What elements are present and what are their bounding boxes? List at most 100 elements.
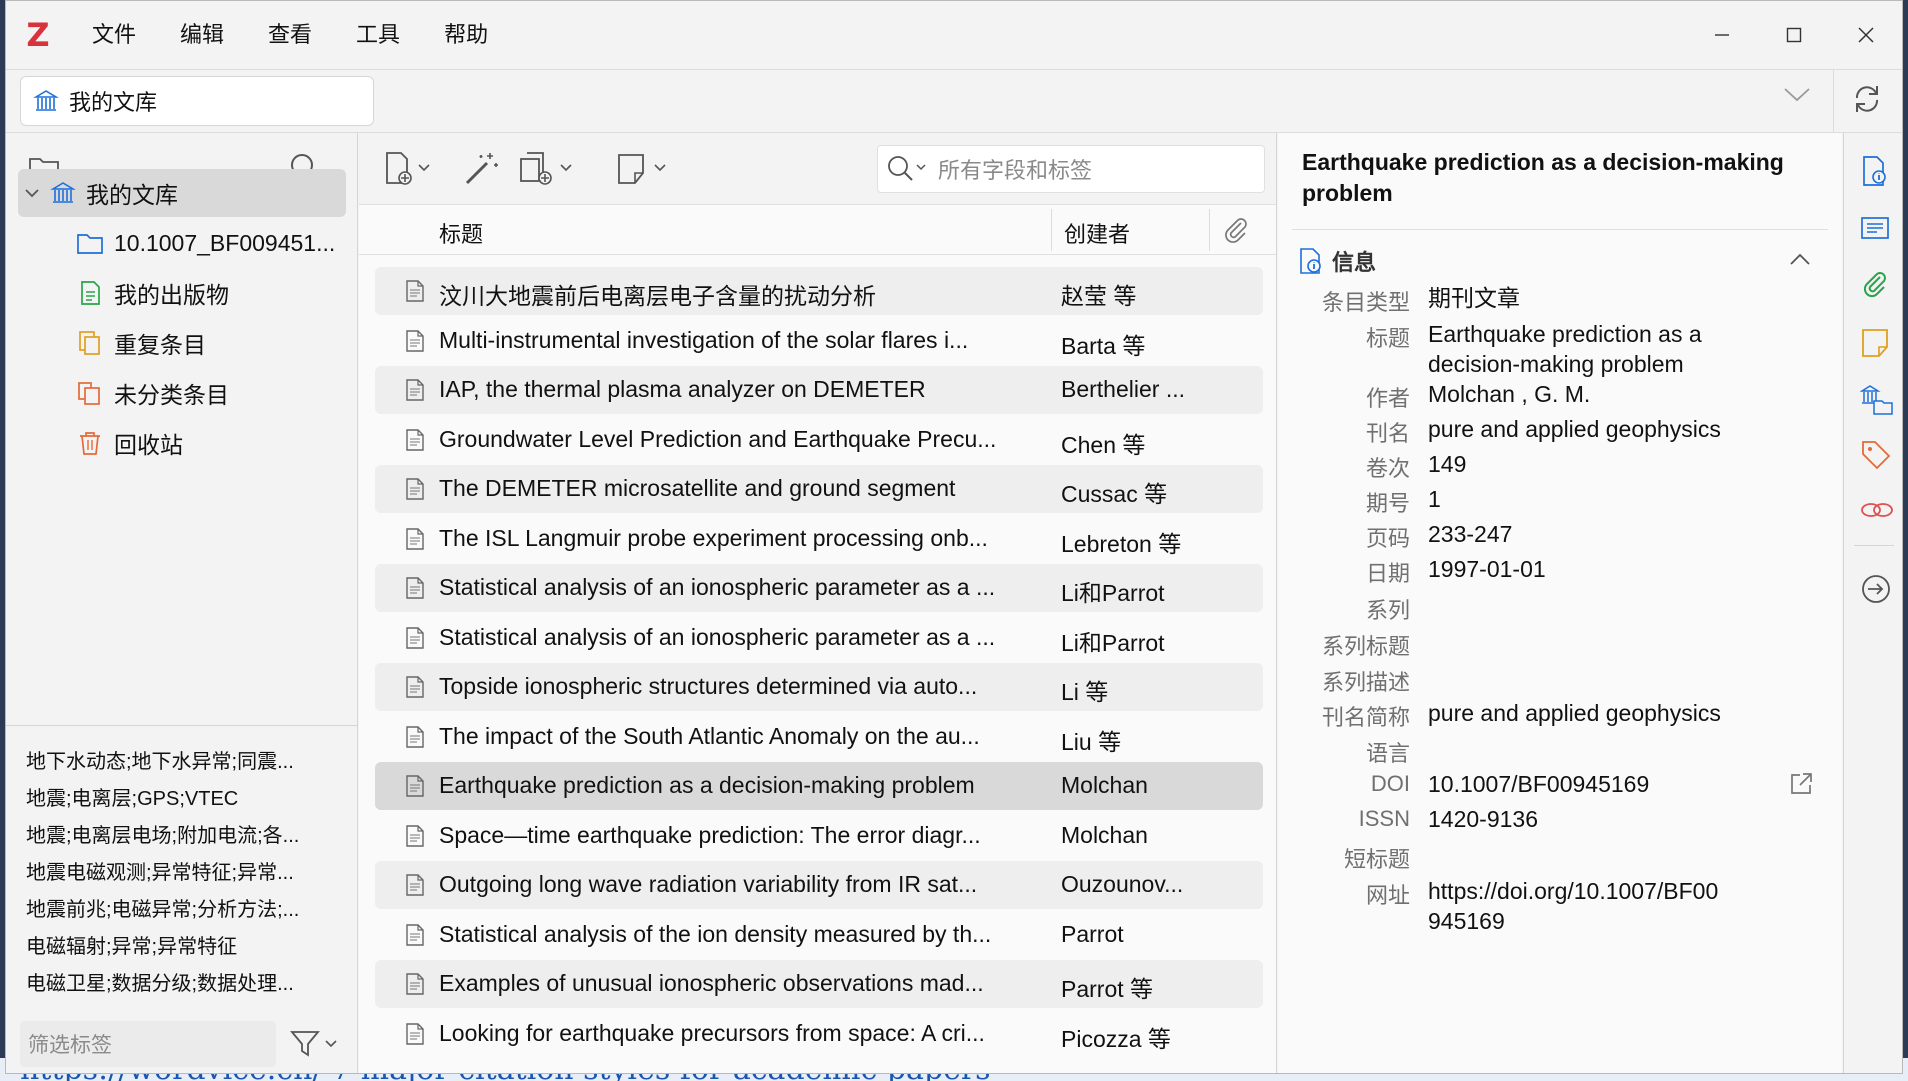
table-row[interactable]: The impact of the South Atlantic Anomaly… bbox=[375, 713, 1263, 761]
tag-item[interactable]: 地震;电离层电场;附加电流;各... bbox=[26, 819, 299, 848]
search-input[interactable]: 所有字段和标签 bbox=[877, 145, 1265, 193]
collection-trash[interactable]: 回收站 bbox=[76, 419, 183, 467]
paperclip-icon bbox=[1225, 218, 1247, 243]
document-icon bbox=[405, 774, 425, 804]
minimize-icon bbox=[1715, 34, 1729, 36]
tag-icon bbox=[1862, 441, 1891, 470]
divider bbox=[1051, 209, 1052, 251]
column-attachments[interactable] bbox=[1221, 215, 1251, 251]
add-attachment-button[interactable] bbox=[519, 151, 585, 192]
abstract-icon bbox=[1861, 217, 1889, 239]
collection-doi-folder[interactable]: 10.1007_BF009451... bbox=[76, 219, 335, 267]
tag-filter-input[interactable]: 筛选标签 bbox=[20, 1021, 276, 1067]
field-value[interactable]: Earthquake prediction as a decision-maki… bbox=[1428, 319, 1768, 379]
table-row[interactable]: Statistical analysis of the ion density … bbox=[375, 911, 1263, 959]
sidenav-libraries-collections-button[interactable] bbox=[1859, 383, 1894, 422]
minimize-button[interactable] bbox=[1686, 1, 1758, 69]
tag-actions-button[interactable] bbox=[290, 1029, 340, 1064]
field-value[interactable]: pure and applied geophysics bbox=[1428, 414, 1768, 444]
table-row[interactable]: Statistical analysis of an ionospheric p… bbox=[375, 614, 1263, 662]
document-icon bbox=[405, 378, 425, 408]
field-value[interactable]: 1997-01-01 bbox=[1428, 554, 1768, 584]
maximize-icon bbox=[1786, 27, 1802, 43]
table-row[interactable]: Space—time earthquake prediction: The er… bbox=[375, 812, 1263, 860]
new-note-button[interactable] bbox=[615, 151, 671, 192]
field-label: 条目类型 bbox=[1321, 290, 1410, 315]
table-row[interactable]: Groundwater Level Prediction and Earthqu… bbox=[375, 416, 1263, 464]
item-title: Earthquake prediction as a decision-maki… bbox=[1302, 149, 1784, 206]
sidenav-notes-button[interactable] bbox=[1860, 327, 1890, 364]
field-value[interactable]: 1 bbox=[1428, 484, 1768, 514]
tag-item[interactable]: 地震前兆;电磁异常;分析方法;... bbox=[26, 893, 299, 922]
row-creator: Cussac 等 bbox=[1061, 481, 1168, 507]
field-value[interactable]: Molchan , G. M. bbox=[1428, 379, 1768, 409]
row-creator: Berthelier ... bbox=[1061, 376, 1185, 402]
document-icon bbox=[405, 923, 425, 953]
field-value[interactable]: pure and applied geophysics bbox=[1428, 698, 1768, 728]
tab-my-library[interactable]: 我的文库 bbox=[20, 76, 374, 126]
menu-tools[interactable]: 工具 bbox=[334, 1, 422, 69]
column-title[interactable]: 标题 bbox=[439, 217, 483, 249]
field-label: 期号 bbox=[1365, 491, 1410, 516]
collection-my-publications[interactable]: 我的出版物 bbox=[76, 269, 229, 317]
field-value[interactable]: 1420-9136 bbox=[1428, 804, 1768, 834]
sidenav-attachments-button[interactable] bbox=[1860, 269, 1890, 304]
collection-unfiled[interactable]: 未分类条目 bbox=[76, 369, 229, 417]
tag-item[interactable]: 电磁卫星;数据分级;数据处理... bbox=[26, 967, 294, 996]
menu-help[interactable]: 帮助 bbox=[422, 1, 510, 69]
table-row-partial[interactable] bbox=[375, 255, 1263, 259]
field-value[interactable]: 233-247 bbox=[1428, 519, 1768, 549]
menu-edit[interactable]: 编辑 bbox=[158, 1, 246, 69]
table-row[interactable]: Looking for earthquake precursors from s… bbox=[375, 1010, 1263, 1058]
tag-item[interactable]: 电磁辐射;异常;异常特征 bbox=[26, 930, 237, 959]
sync-icon bbox=[1855, 86, 1879, 112]
document-icon bbox=[405, 626, 425, 656]
close-button[interactable] bbox=[1830, 1, 1902, 69]
field-value[interactable]: 149 bbox=[1428, 449, 1768, 479]
close-icon bbox=[1858, 27, 1874, 43]
table-row[interactable]: Outgoing long wave radiation variability… bbox=[375, 861, 1263, 909]
open-external-link-button[interactable] bbox=[1788, 771, 1814, 802]
table-row[interactable]: Multi-instrumental investigation of the … bbox=[375, 317, 1263, 365]
table-row[interactable]: Topside ionospheric structures determine… bbox=[375, 663, 1263, 711]
sidenav-locate-button[interactable] bbox=[1860, 573, 1892, 610]
tag-item[interactable]: 地震电磁观测;异常特征;异常... bbox=[26, 856, 294, 885]
collection-my-library[interactable]: 我的文库 bbox=[18, 169, 346, 217]
row-creator: Li 等 bbox=[1061, 679, 1109, 705]
sync-button[interactable] bbox=[1850, 82, 1884, 121]
related-icon bbox=[1861, 503, 1893, 517]
collection-duplicates[interactable]: 重复条目 bbox=[76, 319, 206, 367]
search-placeholder: 所有字段和标签 bbox=[938, 158, 1093, 183]
document-icon bbox=[405, 255, 425, 259]
item-pane: Earthquake prediction as a decision-maki… bbox=[1278, 133, 1842, 1073]
maximize-button[interactable] bbox=[1758, 1, 1830, 69]
table-row[interactable]: 汶川大地震前后电离层电子含量的扰动分析 赵莹 等 bbox=[375, 267, 1263, 315]
field-value[interactable]: 期刊文章 bbox=[1428, 283, 1768, 313]
tag-item[interactable]: 地震;电离层;GPS;VTEC bbox=[26, 782, 238, 811]
items-pane: 所有字段和标签 标题 创建者 汶川大地震前后电离层电子含量的扰动分析 赵莹 等 Mu… bbox=[359, 133, 1277, 1073]
field-value[interactable]: https://doi.org/10.1007/BF00945169 bbox=[1428, 876, 1728, 936]
table-row[interactable]: Earthquake prediction as a decision-maki… bbox=[375, 762, 1263, 810]
table-row[interactable]: IAP, the thermal plasma analyzer on DEME… bbox=[375, 366, 1263, 414]
tag-item[interactable]: 地下水动态;地下水异常;同震... bbox=[26, 745, 294, 774]
info-section-header[interactable]: 信息 bbox=[1298, 245, 1376, 277]
collapse-section-button[interactable] bbox=[1788, 251, 1812, 272]
sidenav-info-button[interactable] bbox=[1860, 155, 1890, 192]
sidenav-related-button[interactable] bbox=[1860, 495, 1894, 530]
divider bbox=[6, 725, 358, 726]
zotero-logo: Z bbox=[26, 16, 50, 54]
table-row[interactable]: Examples of unusual ionospheric observat… bbox=[375, 960, 1263, 1008]
sidenav-tags-button[interactable] bbox=[1860, 439, 1892, 476]
menu-file[interactable]: 文件 bbox=[70, 1, 158, 69]
menu-view[interactable]: 查看 bbox=[246, 1, 334, 69]
table-row[interactable]: The ISL Langmuir probe experiment proces… bbox=[375, 515, 1263, 563]
column-creator[interactable]: 创建者 bbox=[1064, 217, 1130, 249]
tab-list-button[interactable] bbox=[1782, 84, 1812, 109]
sidenav-abstract-button[interactable] bbox=[1860, 213, 1890, 248]
table-row[interactable]: Statistical analysis of an ionospheric p… bbox=[375, 564, 1263, 612]
field-value[interactable]: 10.1007/BF00945169 bbox=[1428, 769, 1768, 799]
new-item-button[interactable] bbox=[383, 151, 439, 192]
table-row[interactable]: The DEMETER microsatellite and ground se… bbox=[375, 465, 1263, 513]
divider bbox=[1292, 229, 1828, 230]
add-by-identifier-button[interactable] bbox=[463, 151, 501, 192]
